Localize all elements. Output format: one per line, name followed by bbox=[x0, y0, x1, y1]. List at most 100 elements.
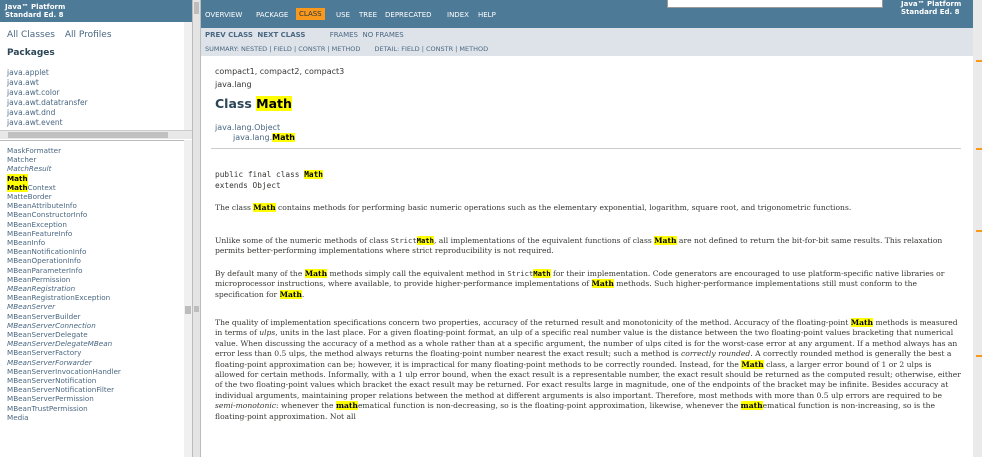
subnav-summary-row: SUMMARY: NESTED | FIELD | CONSTR | METHO… bbox=[205, 45, 488, 53]
platform-title: Java™ Platform bbox=[5, 3, 66, 11]
all-classes-link[interactable]: All Classes bbox=[7, 30, 55, 40]
package-link[interactable]: java.awt.color bbox=[7, 88, 88, 98]
search-match-marker bbox=[976, 355, 982, 357]
search-highlight: Math bbox=[272, 133, 296, 142]
class-link[interactable]: MBeanParameterInfo bbox=[7, 266, 121, 275]
content-vertical-scrollbar[interactable] bbox=[973, 0, 982, 457]
signature-modifiers: public final class bbox=[215, 170, 305, 179]
class-link[interactable]: Media bbox=[7, 413, 121, 422]
page-title: Class Math bbox=[215, 96, 292, 111]
packages-horizontal-scrollbar[interactable] bbox=[0, 130, 192, 139]
nav-overview[interactable]: OVERVIEW bbox=[205, 11, 242, 19]
package-list: java.applet java.awt java.awt.color java… bbox=[7, 68, 88, 128]
packages-title: Packages bbox=[7, 48, 55, 58]
nav-package[interactable]: PACKAGE bbox=[256, 11, 288, 19]
description-paragraph: The quality of implementation specificat… bbox=[215, 318, 961, 421]
description-paragraph: The class Math contains methods for perf… bbox=[215, 203, 852, 212]
class-frame: OVERVIEW PACKAGE CLASS USE TREE DEPRECAT… bbox=[201, 0, 973, 457]
class-link[interactable]: MBeanServerDelegateMBean bbox=[7, 339, 121, 348]
classes-vertical-scrollbar[interactable] bbox=[184, 140, 192, 457]
search-highlight: Math bbox=[256, 96, 292, 111]
search-match-marker bbox=[976, 60, 982, 62]
package-link[interactable]: java.awt.datatransfer bbox=[7, 98, 88, 108]
class-link[interactable]: MBeanServerPermission bbox=[7, 394, 121, 403]
class-signature: public final class Math bbox=[215, 170, 323, 179]
scroll-thumb[interactable] bbox=[185, 306, 191, 314]
packages-vertical-scrollbar[interactable] bbox=[184, 22, 192, 130]
sub-navbar: PREV CLASS NEXT CLASS FRAMES NO FRAMES S… bbox=[201, 28, 973, 56]
search-match-marker bbox=[976, 230, 982, 232]
prev-class-link[interactable]: PREV CLASS bbox=[205, 31, 253, 39]
class-link[interactable]: MatchResult bbox=[7, 164, 121, 173]
package-name: java.lang bbox=[215, 80, 252, 89]
class-link[interactable]: MBeanNotificationInfo bbox=[7, 247, 121, 256]
class-link[interactable]: MBeanServerConnection bbox=[7, 321, 121, 330]
splitter-grip[interactable] bbox=[194, 306, 199, 312]
class-link[interactable]: MBeanOperationInfo bbox=[7, 256, 121, 265]
class-link[interactable]: MBeanRegistration bbox=[7, 284, 121, 293]
class-link[interactable]: MBeanConstructorInfo bbox=[7, 210, 121, 219]
class-link[interactable]: MatteBorder bbox=[7, 192, 121, 201]
subnav-row: PREV CLASS NEXT CLASS FRAMES NO FRAMES bbox=[205, 31, 404, 39]
nav-index[interactable]: INDEX bbox=[447, 11, 469, 19]
class-link-rest: Context bbox=[27, 182, 56, 192]
class-link[interactable]: MBeanAttributeInfo bbox=[7, 201, 121, 210]
nav-help[interactable]: HELP bbox=[478, 11, 496, 19]
description-paragraph: By default many of the Math methods simp… bbox=[215, 269, 945, 299]
class-link[interactable]: MBeanPermission bbox=[7, 275, 121, 284]
search-match-marker bbox=[976, 148, 982, 150]
divider bbox=[211, 148, 961, 149]
splitter-grip[interactable] bbox=[194, 2, 199, 14]
class-link[interactable]: MBeanServerBuilder bbox=[7, 312, 121, 321]
class-link[interactable]: Math bbox=[7, 173, 121, 183]
class-link[interactable]: MBeanInfo bbox=[7, 238, 121, 247]
class-link[interactable]: MBeanServerInvocationHandler bbox=[7, 367, 121, 376]
class-link[interactable]: MBeanException bbox=[7, 220, 121, 229]
platform-title: Java™ Platform bbox=[901, 0, 962, 8]
frame-splitter[interactable] bbox=[192, 0, 201, 457]
inherit-pkg: java.lang. bbox=[233, 133, 273, 142]
nav-class[interactable]: CLASS bbox=[296, 8, 325, 20]
class-link[interactable]: MathContext bbox=[7, 182, 121, 192]
class-link[interactable]: MBeanServer bbox=[7, 302, 121, 311]
class-documentation: compact1, compact2, compact3 java.lang C… bbox=[201, 56, 966, 457]
class-link[interactable]: MBeanRegistrationException bbox=[7, 293, 121, 302]
class-extends: extends Object bbox=[215, 181, 281, 190]
detail-links[interactable]: DETAIL: FIELD | CONSTR | METHOD bbox=[374, 45, 488, 53]
package-link[interactable]: java.awt.dnd bbox=[7, 108, 88, 118]
class-link[interactable]: Matcher bbox=[7, 155, 121, 164]
package-link[interactable]: java.awt.event bbox=[7, 118, 88, 128]
nav-tree[interactable]: TREE bbox=[359, 11, 377, 19]
package-link[interactable]: java.applet bbox=[7, 68, 88, 78]
inheritance-parent[interactable]: java.lang.Object bbox=[215, 123, 280, 132]
description-paragraph: Unlike some of the numeric methods of cl… bbox=[215, 236, 943, 256]
next-class-link[interactable]: NEXT CLASS bbox=[257, 31, 305, 39]
search-input[interactable] bbox=[667, 0, 883, 8]
class-link[interactable]: MaskFormatter bbox=[7, 146, 121, 155]
summary-links[interactable]: SUMMARY: NESTED | FIELD | CONSTR | METHO… bbox=[205, 45, 360, 53]
packages-frame: All Classes All Profiles Packages java.a… bbox=[0, 22, 192, 137]
scroll-thumb[interactable] bbox=[8, 132, 168, 138]
package-link[interactable]: java.awt bbox=[7, 78, 88, 88]
platform-edition: Standard Ed. 8 bbox=[901, 8, 960, 16]
nav-deprecated[interactable]: DEPRECATED bbox=[385, 11, 432, 19]
platform-header-right: Java™ Platform Standard Ed. 8 bbox=[901, 0, 961, 16]
classes-frame: MaskFormatter Matcher MatchResult Math MathC… bbox=[0, 140, 192, 458]
inheritance-child: java.lang.Math bbox=[233, 133, 296, 142]
compact-profiles: compact1, compact2, compact3 bbox=[215, 67, 345, 76]
class-link[interactable]: MBeanServerDelegate bbox=[7, 330, 121, 339]
frame-links: All Classes All Profiles bbox=[7, 30, 119, 40]
all-profiles-link[interactable]: All Profiles bbox=[65, 30, 112, 40]
class-link[interactable]: MBeanServerNotification bbox=[7, 376, 121, 385]
class-link[interactable]: MBeanServerNotificationFilter bbox=[7, 385, 121, 394]
nav-use[interactable]: USE bbox=[336, 11, 350, 19]
search-highlight: Math bbox=[7, 173, 28, 183]
platform-edition: Standard Ed. 8 bbox=[5, 11, 64, 19]
title-prefix: Class bbox=[215, 96, 257, 111]
class-link[interactable]: MBeanServerForwarder bbox=[7, 358, 121, 367]
class-link[interactable]: MBeanFeatureInfo bbox=[7, 229, 121, 238]
frames-link[interactable]: FRAMES bbox=[330, 31, 358, 39]
class-link[interactable]: MBeanTrustPermission bbox=[7, 404, 121, 413]
no-frames-link[interactable]: NO FRAMES bbox=[362, 31, 403, 39]
class-link[interactable]: MBeanServerFactory bbox=[7, 348, 121, 357]
